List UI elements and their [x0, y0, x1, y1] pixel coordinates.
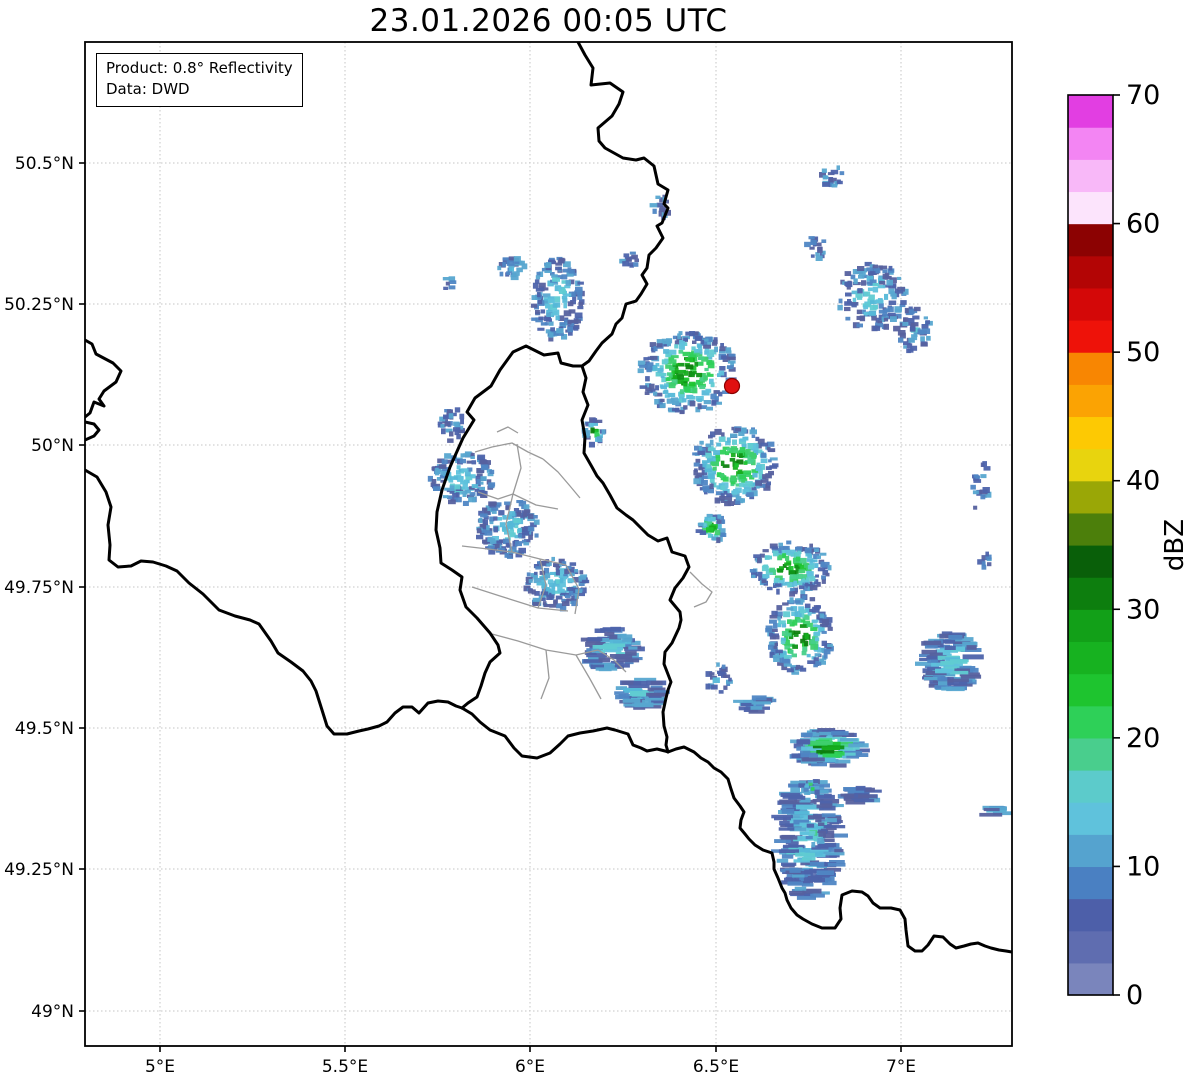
border-luxembourg-south: [460, 706, 670, 760]
svg-text:70: 70: [1126, 80, 1160, 111]
country-borders: [85, 42, 1012, 954]
y-axis-labels: 50.5°N 50.25°N 50°N 49.75°N 49.5°N 49.25°N 49°…: [4, 154, 74, 1022]
admin-district-borders: [461, 426, 713, 700]
colorbar-ticks: [1113, 94, 1120, 996]
product-info-box: Product: 0.8° Reflectivity Data: DWD: [96, 53, 303, 107]
svg-text:20: 20: [1126, 723, 1160, 754]
svg-text:60: 60: [1126, 209, 1160, 240]
radar-map-canvas: 5°E 5.5°E 6°E 6.5°E 7°E 50.5°N 50.25°N 50°N 49.…: [4, 41, 1190, 1077]
svg-text:10: 10: [1126, 851, 1160, 882]
svg-text:5.5°E: 5.5°E: [322, 1057, 368, 1077]
colorbar-tick-labels: 0 10 20 30 40 50 60 70: [1126, 80, 1160, 1011]
radar-echo-layer: [427, 165, 1012, 900]
svg-text:50.5°N: 50.5°N: [15, 154, 74, 174]
plot-frame: [84, 41, 1013, 1047]
border-france-belgium-nw: [85, 338, 123, 419]
svg-text:50.25°N: 50.25°N: [4, 295, 74, 315]
svg-text:50°N: 50°N: [31, 436, 74, 456]
data-source-line: Data: DWD: [106, 80, 190, 99]
border-france-belgium: [85, 468, 464, 736]
graticule-gridlines: [85, 42, 1012, 1046]
product-line: Product: 0.8° Reflectivity: [106, 59, 293, 77]
svg-text:49.25°N: 49.25°N: [4, 860, 74, 880]
svg-text:49°N: 49°N: [31, 1002, 74, 1022]
colorbar-axis-label: dBZ: [1160, 519, 1190, 571]
svg-text:6.5°E: 6.5°E: [693, 1057, 739, 1077]
svg-text:0: 0: [1126, 980, 1143, 1011]
svg-text:6°E: 6°E: [515, 1057, 545, 1077]
svg-text:49.5°N: 49.5°N: [15, 719, 74, 739]
x-axis-labels: 5°E 5.5°E 6°E 6.5°E 7°E: [145, 1057, 916, 1077]
radar-site-marker: [723, 377, 741, 395]
svg-text:40: 40: [1126, 466, 1160, 497]
svg-text:30: 30: [1126, 594, 1160, 625]
border-france-belgium-nw2: [85, 420, 101, 442]
svg-text:7°E: 7°E: [886, 1057, 916, 1077]
svg-text:5°E: 5°E: [145, 1057, 175, 1077]
svg-text:49.75°N: 49.75°N: [4, 578, 74, 598]
svg-text:50: 50: [1126, 337, 1160, 368]
radar-figure: 23.01.2026 00:05 UTC 5°E 5.5°E 6°E 6.5°E…: [0, 0, 1202, 1081]
colorbar-segments: [1068, 95, 1113, 996]
